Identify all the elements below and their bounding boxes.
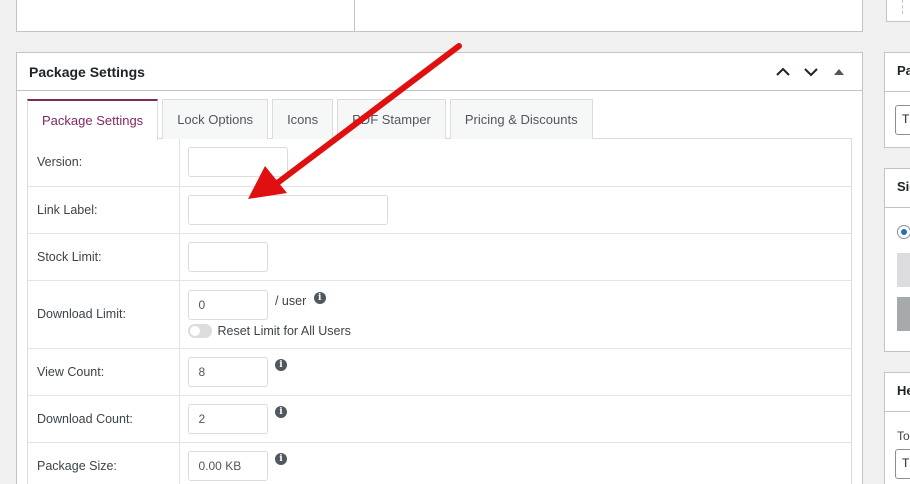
chevron-up-icon[interactable]: [772, 61, 794, 83]
package-size-label: Package Size:: [28, 441, 180, 484]
table-row: Package Size: i: [28, 441, 851, 484]
sidebar-box-2-title: Sid: [897, 179, 910, 194]
table-row: Download Limit: / user i Reset Limit for…: [28, 279, 852, 348]
table-row: View Count: i: [28, 347, 851, 395]
table-row: Link Label:: [28, 185, 851, 233]
settings-table: Version: Link Label: Stock Limit: Downlo…: [28, 139, 851, 484]
view-count-input[interactable]: [187, 356, 268, 387]
package-settings-metabox: Package Settings Package Settings Lock O…: [16, 52, 863, 484]
metabox-title: Package Settings: [29, 63, 145, 80]
settings-tabs: Package Settings Lock Options Icons PDF …: [27, 99, 852, 140]
sidebar-box-1-separator: [885, 91, 910, 92]
info-icon[interactable]: i: [274, 358, 287, 371]
sidebar-box-1-input[interactable]: T: [895, 105, 910, 135]
sidebar-box-1-title: Pa: [897, 63, 910, 78]
reset-limit-toggle[interactable]: [187, 324, 212, 338]
sidebar-box-3-label: To: [897, 429, 910, 443]
sidebar-box-3-separator: [885, 411, 910, 412]
sidebar-box-2-separator: [885, 207, 910, 208]
link-label-label: Link Label:: [28, 185, 180, 233]
tab-package-settings[interactable]: Package Settings: [27, 99, 159, 140]
triangle-up-icon[interactable]: [828, 61, 850, 83]
tab-icons[interactable]: Icons: [272, 99, 334, 139]
table-row: Download Count: i: [28, 394, 851, 442]
info-icon[interactable]: i: [274, 452, 287, 465]
chevron-down-icon[interactable]: [800, 61, 822, 83]
previous-metabox: [16, 0, 863, 32]
download-limit-input[interactable]: [187, 290, 268, 320]
sidebar-box-2: Sid: [884, 168, 910, 352]
reset-limit-label: Reset Limit for All Users: [217, 324, 351, 338]
sidebar-radio[interactable]: [897, 225, 910, 239]
sidebar-box-3-title: He: [897, 383, 910, 398]
download-count-input[interactable]: [187, 403, 268, 434]
version-label: Version:: [28, 139, 180, 186]
sidebar-grey-block: [897, 253, 910, 287]
stock-limit-label: Stock Limit:: [28, 232, 180, 280]
metabox-header: Package Settings: [17, 53, 862, 91]
sidebar-top-fragment: [886, 0, 910, 22]
download-limit-group: / user i: [187, 290, 852, 320]
per-user-suffix: / user: [274, 294, 307, 308]
sidebar-box-3: He To T: [884, 372, 910, 484]
download-limit-label: Download Limit:: [28, 279, 180, 348]
package-size-input[interactable]: [187, 450, 268, 481]
stock-limit-input[interactable]: [187, 241, 268, 272]
dashed-placeholder: [902, 0, 903, 14]
package-settings-panel: Version: Link Label: Stock Limit: Downlo…: [27, 139, 852, 484]
info-icon[interactable]: i: [313, 292, 326, 304]
previous-metabox-divider: [354, 0, 355, 31]
info-icon[interactable]: i: [274, 405, 287, 418]
download-count-label: Download Count:: [28, 394, 180, 442]
table-row: Version:: [28, 139, 851, 186]
view-count-label: View Count:: [28, 347, 180, 395]
link-label-input[interactable]: [187, 194, 388, 225]
reset-limit-row: Reset Limit for All Users: [187, 324, 852, 338]
sidebar-box-1: Pa T: [884, 52, 910, 148]
sidebar-box-3-input[interactable]: T: [895, 449, 910, 479]
metabox-inside: Package Settings Lock Options Icons PDF …: [27, 99, 852, 484]
tab-pdf-stamper[interactable]: PDF Stamper: [337, 99, 446, 139]
sidebar-dark-block: [897, 297, 910, 331]
metabox-handle-actions: [772, 61, 850, 83]
table-row: Stock Limit:: [28, 232, 851, 280]
tab-pricing-discounts[interactable]: Pricing & Discounts: [449, 99, 593, 139]
version-input[interactable]: [187, 147, 288, 178]
tab-lock-options[interactable]: Lock Options: [162, 99, 269, 139]
